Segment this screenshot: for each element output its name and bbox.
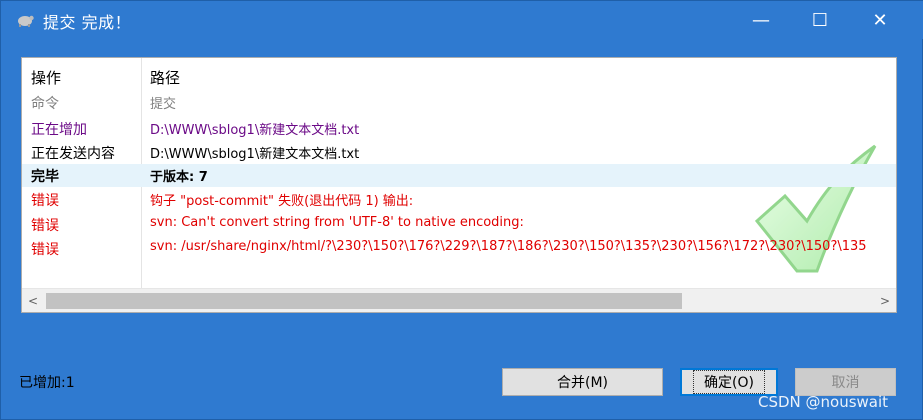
merge-button-label: 合并(M) <box>556 375 608 391</box>
row-action: 正在发送内容 <box>31 146 115 162</box>
row-action: 错误 <box>31 193 59 209</box>
list-row[interactable]: 错误 svn: Can't convert string from 'UTF-8… <box>22 213 896 236</box>
row-action: 错误 <box>31 218 59 234</box>
chevron-left-icon: < <box>27 294 39 308</box>
column-header-action[interactable]: 操作 <box>31 67 61 88</box>
merge-button[interactable]: 合并(M) <box>502 368 663 396</box>
close-icon: ✕ <box>872 9 888 31</box>
list-row[interactable]: 错误 钩子 "post-commit" 失败(退出代码 1) 输出: <box>22 188 896 211</box>
row-path: D:\WWW\sblog1\新建文本文档.txt <box>150 147 360 162</box>
row-path: 于版本: 7 <box>150 170 208 185</box>
list-row-selected[interactable]: 完毕 于版本: 7 <box>22 164 896 187</box>
commit-finished-dialog: 提交 完成！ — ☐ ✕ 操作 路径 命令 提交 正在增加 D:\WWW\sbl… <box>0 0 923 420</box>
list-row[interactable]: 正在发送内容 D:\WWW\sblog1\新建文本文档.txt <box>22 141 896 164</box>
cancel-button-label: 取消 <box>831 375 860 391</box>
minimize-icon: — <box>752 9 770 31</box>
ok-button[interactable]: 确定(O) <box>680 368 778 396</box>
list-row[interactable]: 命令 提交 <box>22 91 896 114</box>
window-title: 提交 完成！ <box>43 13 132 32</box>
row-path: svn: /usr/share/nginx/html/?\230?\150?\1… <box>150 239 867 254</box>
row-action: 错误 <box>31 242 59 258</box>
maximize-icon: ☐ <box>811 9 829 31</box>
scroll-thumb[interactable] <box>46 293 682 309</box>
list-row[interactable]: 错误 svn: /usr/share/nginx/html/?\230?\150… <box>22 237 896 260</box>
row-path: 提交 <box>150 97 177 112</box>
maximize-button[interactable]: ☐ <box>797 1 843 39</box>
chevron-right-icon: > <box>879 294 891 308</box>
list-row[interactable]: 正在增加 D:\WWW\sblog1\新建文本文档.txt <box>22 117 896 140</box>
minimize-button[interactable]: — <box>738 1 784 39</box>
row-path: svn: Can't convert string from 'UTF-8' t… <box>150 215 524 230</box>
title-bar[interactable]: 提交 完成！ — ☐ ✕ <box>1 1 923 39</box>
column-header-path[interactable]: 路径 <box>150 67 180 88</box>
row-path: D:\WWW\sblog1\新建文本文档.txt <box>150 123 360 138</box>
row-action: 命令 <box>31 96 59 112</box>
tortoise-icon <box>18 15 34 27</box>
row-action: 完毕 <box>31 169 59 185</box>
ok-button-label: 确定(O) <box>693 370 765 394</box>
results-list[interactable]: 操作 路径 命令 提交 正在增加 D:\WWW\sblog1\新建文本文档.tx… <box>21 57 897 313</box>
row-action: 正在增加 <box>31 122 87 138</box>
cancel-button[interactable]: 取消 <box>795 368 896 396</box>
watermark: CSDN @nouswait <box>758 393 889 411</box>
added-count-status: 已增加:1 <box>19 375 75 391</box>
close-button[interactable]: ✕ <box>857 1 903 39</box>
scroll-left-button[interactable]: < <box>22 289 44 312</box>
horizontal-scrollbar[interactable]: < > <box>22 288 896 312</box>
scroll-right-button[interactable]: > <box>874 289 896 312</box>
row-path: 钩子 "post-commit" 失败(退出代码 1) 输出: <box>150 194 414 209</box>
